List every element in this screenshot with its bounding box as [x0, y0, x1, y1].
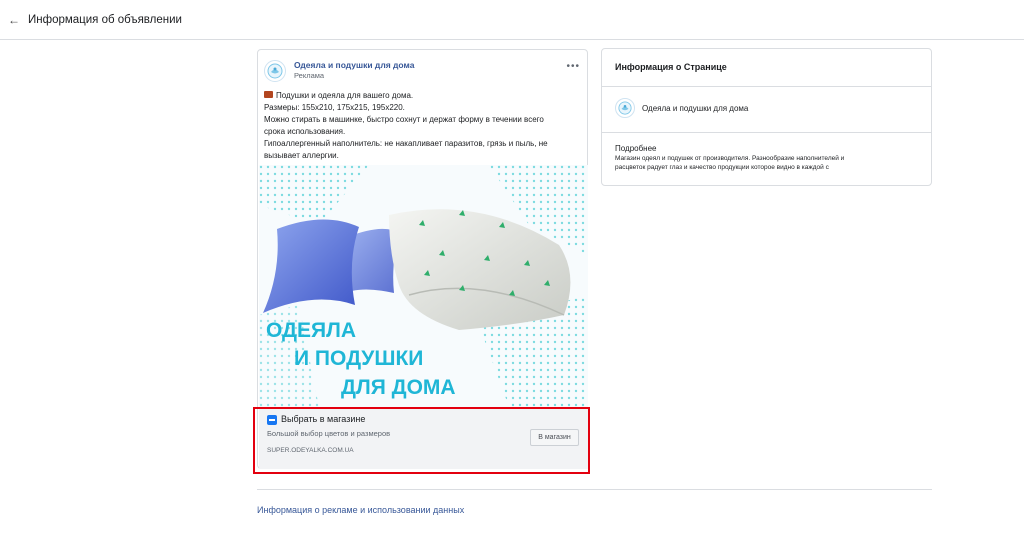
- ad-text-line: Гипоаллергенный наполнитель: не накаплив…: [264, 139, 548, 148]
- more-info-label: Подробнее: [615, 144, 657, 153]
- back-arrow-icon[interactable]: ←: [8, 13, 20, 27]
- ad-image-graphic: ОДЕЯЛА И ПОДУШКИ ДЛЯ ДОМА: [259, 165, 588, 407]
- page-info-card: Информация о Странице Одеяла и подушки д…: [601, 48, 932, 186]
- image-headline-2: И ПОДУШКИ: [294, 347, 423, 370]
- divider: [602, 86, 931, 87]
- bed-icon: [264, 91, 273, 99]
- ad-body-text: Подушки и одеяла для вашего дома. Размер…: [264, 90, 582, 162]
- page-description-line: Магазин одеял и подушек от производителя…: [615, 155, 845, 162]
- top-bar: ← Информация об объявлении: [0, 0, 1024, 40]
- footer-divider: [257, 489, 932, 490]
- ad-text-line: Размеры: 155x210, 175x215, 195x220.: [264, 103, 405, 112]
- ad-text-line: Подушки и одеяла для вашего дома.: [264, 90, 582, 102]
- page-info-title: Информация о Странице: [615, 62, 727, 72]
- more-dots-icon[interactable]: •••: [566, 61, 580, 72]
- page-description-line: расцветок радует глаз и качество продукц…: [615, 164, 829, 171]
- ad-text-line: вызывает аллергии.: [264, 151, 339, 160]
- ad-text-line: Можно стирать в машинке, быстро сохнут и…: [264, 115, 544, 124]
- page-logo-icon[interactable]: [264, 60, 286, 82]
- image-headline-1: ОДЕЯЛА: [266, 319, 356, 342]
- ad-text-line: срока использования.: [264, 127, 346, 136]
- page-logo-icon[interactable]: [615, 98, 635, 118]
- sponsored-label: Реклама: [294, 71, 325, 80]
- page-description: Магазин одеял и подушек от производителя…: [615, 154, 915, 172]
- divider: [602, 132, 931, 133]
- ad-image[interactable]: ОДЕЯЛА И ПОДУШКИ ДЛЯ ДОМА: [259, 165, 588, 407]
- ad-preview-card: Одеяла и подушки для дома Реклама ••• По…: [257, 49, 588, 469]
- ad-data-info-link[interactable]: Информация о рекламе и использовании дан…: [257, 505, 464, 515]
- ad-header: Одеяла и подушки для дома Реклама •••: [264, 58, 582, 86]
- ad-page-name[interactable]: Одеяла и подушки для дома: [294, 60, 414, 70]
- page-info-name[interactable]: Одеяла и подушки для дома: [642, 104, 748, 113]
- page-title: Информация об объявлении: [28, 13, 182, 26]
- image-headline-3: ДЛЯ ДОМА: [341, 376, 456, 399]
- highlight-frame: [253, 407, 590, 474]
